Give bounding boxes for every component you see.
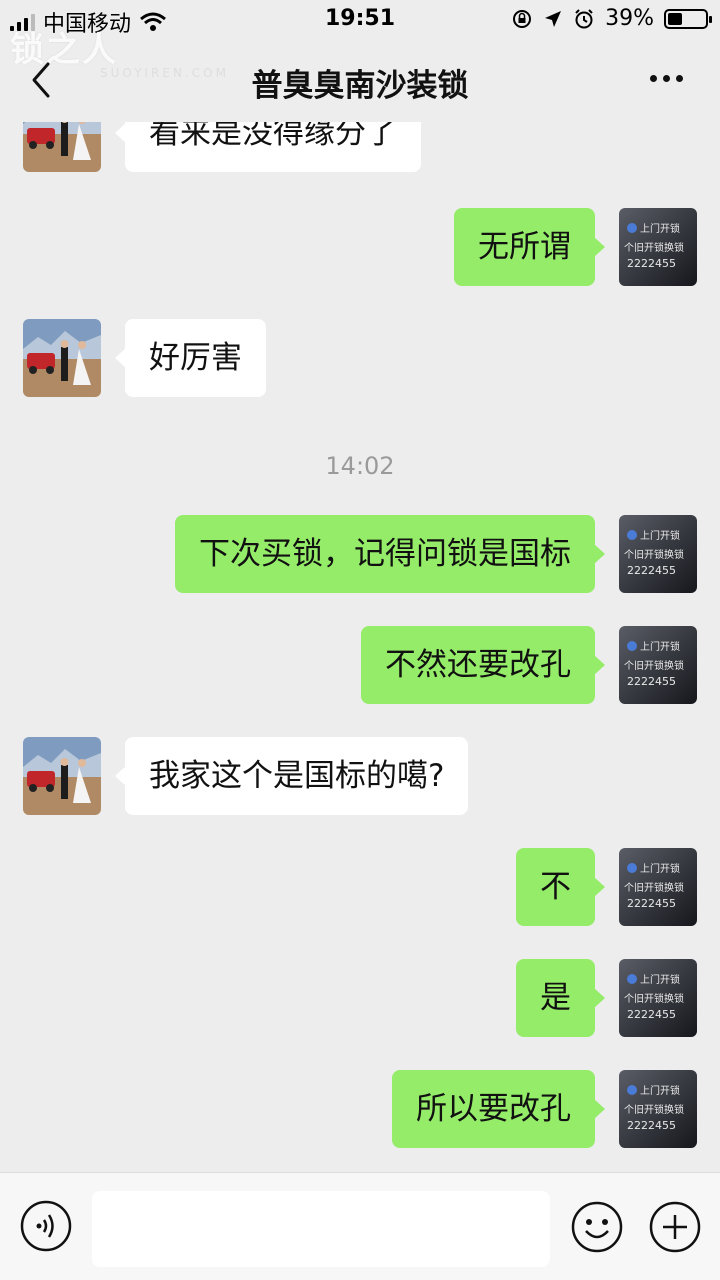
status-right: 39% xyxy=(511,6,712,31)
message-input[interactable] xyxy=(92,1191,550,1267)
location-icon xyxy=(545,10,562,27)
message-bubble-outgoing[interactable]: 不 xyxy=(516,848,605,926)
message-row-outgoing: 上门开锁个旧开锁换锁 2222455 无所谓 xyxy=(0,208,720,286)
voice-icon xyxy=(20,1200,72,1252)
message-bubble-outgoing[interactable]: 是 xyxy=(516,959,605,1037)
emoji-icon xyxy=(571,1201,623,1253)
message-bubble-outgoing[interactable]: 下次买锁，记得问锁是国标 xyxy=(175,515,605,593)
contact-avatar[interactable] xyxy=(23,319,101,397)
svg-text:个旧开锁换锁: 个旧开锁换锁 xyxy=(624,881,684,894)
my-avatar[interactable]: 上门开锁个旧开锁换锁 2222455 xyxy=(619,848,697,926)
svg-text:2222455: 2222455 xyxy=(627,257,676,270)
svg-text:个旧开锁换锁: 个旧开锁换锁 xyxy=(624,241,684,254)
plus-button[interactable] xyxy=(648,1200,702,1254)
svg-text:上门开锁: 上门开锁 xyxy=(640,222,680,235)
svg-text:个旧开锁换锁: 个旧开锁换锁 xyxy=(624,659,684,672)
svg-text:个旧开锁换锁: 个旧开锁换锁 xyxy=(624,992,684,1005)
message-bubble-outgoing[interactable]: 所以要改孔 xyxy=(392,1070,605,1148)
message-row-outgoing: 上门开锁个旧开锁换锁 2222455 不然还要改孔 xyxy=(0,626,720,704)
message-row-outgoing: 上门开锁个旧开锁换锁 2222455 是 xyxy=(0,959,720,1037)
my-avatar[interactable]: 上门开锁个旧开锁换锁 2222455 xyxy=(619,959,697,1037)
message-bubble-incoming[interactable]: 看来是没得缘分了 xyxy=(115,122,421,172)
message-row-incoming: 我家这个是国标的噶? xyxy=(0,737,720,815)
more-icon xyxy=(650,74,657,82)
status-bar: 中国移动 19:51 39% 锁之人 SUOYIREN.COM xyxy=(0,0,720,80)
emoji-button[interactable] xyxy=(570,1200,624,1254)
message-row-outgoing: 上门开锁个旧开锁换锁 2222455 不 xyxy=(0,848,720,926)
input-bar xyxy=(0,1172,720,1280)
svg-text:个旧开锁换锁: 个旧开锁换锁 xyxy=(624,548,684,561)
rotation-lock-icon xyxy=(513,9,532,28)
more-button[interactable] xyxy=(650,68,690,88)
my-avatar[interactable]: 上门开锁个旧开锁换锁 2222455 xyxy=(619,515,697,593)
voice-button[interactable] xyxy=(20,1200,72,1252)
my-avatar[interactable]: 上门开锁个旧开锁换锁 2222455 xyxy=(619,1070,697,1148)
message-row-incoming: 看来是没得缘分了 xyxy=(0,122,720,172)
svg-text:上门开锁: 上门开锁 xyxy=(640,640,680,653)
svg-text:2222455: 2222455 xyxy=(627,1119,676,1132)
contact-avatar[interactable] xyxy=(23,122,101,172)
nav-bar: 普臭臭南沙装锁 xyxy=(0,40,720,122)
message-bubble-incoming[interactable]: 我家这个是国标的噶? xyxy=(114,737,469,815)
timestamp: 14:02 xyxy=(325,452,395,480)
chat-area[interactable]: 看来是没得缘分了 上门开锁 个旧开锁换锁 2222455 无所谓 好厉害 14:02 上门开锁… xyxy=(0,122,720,1172)
message-row-outgoing: 上门开锁个旧开锁换锁 2222455 所以要改孔 xyxy=(0,1070,720,1148)
plus-icon xyxy=(649,1201,701,1253)
message-bubble-outgoing[interactable]: 无所谓 xyxy=(454,208,605,286)
message-row-outgoing: 上门开锁个旧开锁换锁 2222455 下次买锁，记得问锁是国标 xyxy=(0,515,720,593)
battery-percent: 39% xyxy=(605,6,654,31)
svg-text:2222455: 2222455 xyxy=(627,675,676,688)
chat-title: 普臭臭南沙装锁 xyxy=(251,68,469,104)
svg-text:个旧开锁换锁: 个旧开锁换锁 xyxy=(624,1103,684,1116)
svg-text:上门开锁: 上门开锁 xyxy=(640,862,680,875)
message-bubble-incoming[interactable]: 好厉害 xyxy=(115,319,266,397)
alarm-icon xyxy=(575,8,593,28)
message-bubble-outgoing[interactable]: 不然还要改孔 xyxy=(361,626,605,704)
svg-text:上门开锁: 上门开锁 xyxy=(640,1084,680,1097)
my-avatar[interactable]: 上门开锁个旧开锁换锁 2222455 xyxy=(619,208,697,286)
svg-text:2222455: 2222455 xyxy=(627,564,676,577)
message-row-incoming: 好厉害 xyxy=(0,319,720,397)
svg-text:上门开锁: 上门开锁 xyxy=(640,973,680,986)
svg-text:2222455: 2222455 xyxy=(627,1008,676,1021)
battery-icon xyxy=(664,8,712,29)
my-avatar[interactable]: 上门开锁个旧开锁换锁 2222455 xyxy=(619,626,697,704)
contact-avatar[interactable] xyxy=(23,737,101,815)
svg-text:上门开锁: 上门开锁 xyxy=(640,529,680,542)
svg-text:2222455: 2222455 xyxy=(627,897,676,910)
